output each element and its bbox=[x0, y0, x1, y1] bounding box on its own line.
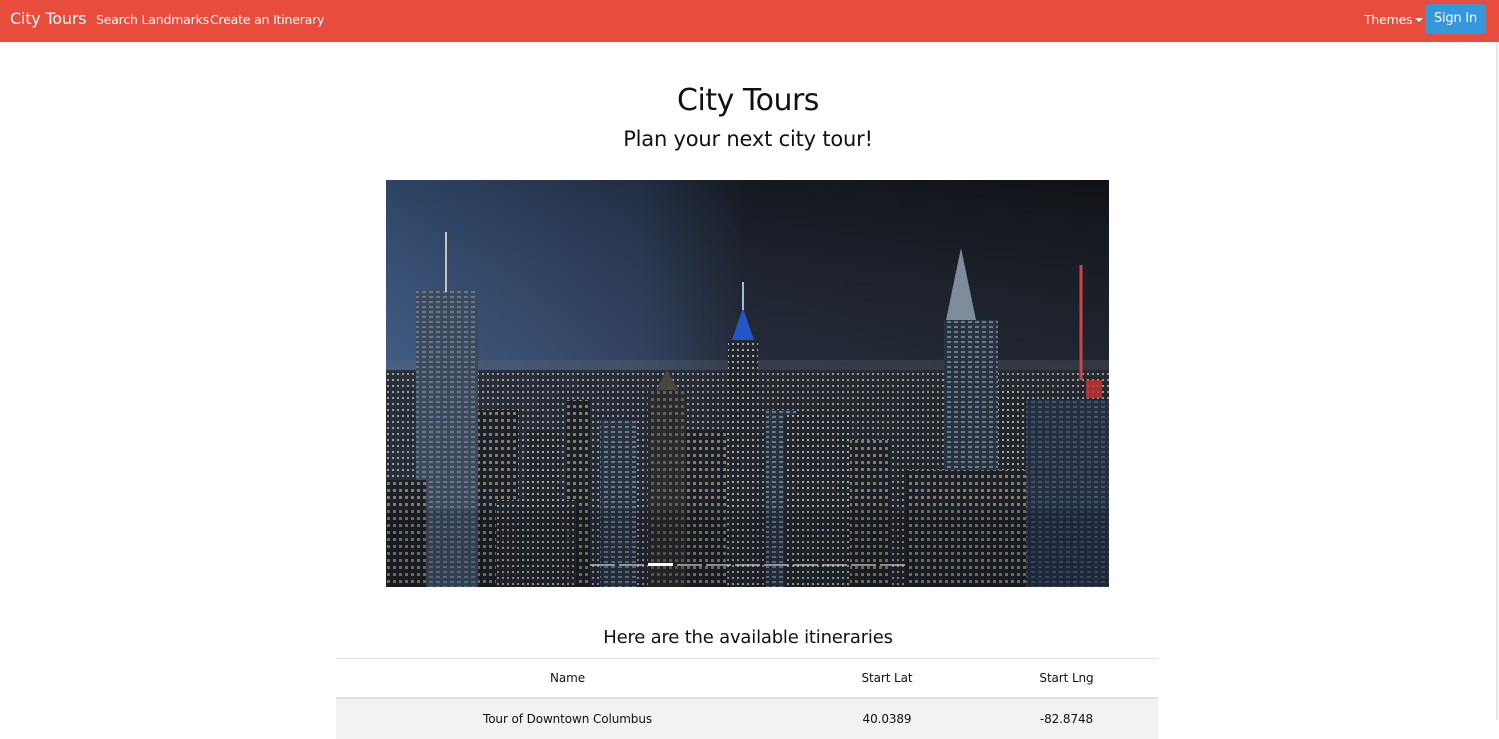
table-header-row: Name Start Lat Start Lng bbox=[336, 659, 1158, 699]
scrollbar-track bbox=[1496, 42, 1498, 720]
themes-dropdown[interactable]: Themes bbox=[1364, 12, 1424, 27]
carousel-indicator[interactable] bbox=[822, 564, 847, 566]
page-subtitle: Plan your next city tour! bbox=[623, 127, 873, 151]
itineraries-heading: Here are the available itineraries bbox=[603, 627, 893, 648]
column-header-name: Name bbox=[549, 671, 585, 685]
brand-link[interactable]: City Tours bbox=[10, 9, 87, 28]
navbar: City Tours Search Landmarks Create an It… bbox=[0, 0, 1499, 42]
carousel-indicator[interactable] bbox=[880, 564, 905, 566]
carousel-indicator[interactable] bbox=[793, 564, 818, 566]
carousel-indicator[interactable] bbox=[677, 564, 702, 566]
themes-label: Themes bbox=[1364, 12, 1413, 27]
nav-search-landmarks[interactable]: Search Landmarks bbox=[96, 12, 209, 27]
nav-create-itinerary[interactable]: Create an Itinerary bbox=[210, 12, 324, 27]
caret-down-icon bbox=[1415, 18, 1424, 22]
carousel-indicator[interactable] bbox=[764, 564, 789, 566]
itineraries-table: Name Start Lat Start Lng Tour of Downtow… bbox=[336, 658, 1158, 739]
sign-in-button[interactable]: Sign In bbox=[1425, 4, 1486, 34]
column-header-start-lng: Start Lng bbox=[1039, 671, 1094, 685]
page-title: City Tours bbox=[677, 83, 819, 118]
carousel-indicator[interactable] bbox=[619, 564, 644, 566]
carousel-indicator[interactable] bbox=[590, 564, 615, 566]
carousel-indicator[interactable] bbox=[648, 563, 673, 566]
column-header-start-lat: Start Lat bbox=[861, 671, 913, 685]
image-carousel[interactable] bbox=[386, 180, 1109, 587]
carousel-indicator[interactable] bbox=[851, 564, 876, 566]
carousel-indicator[interactable] bbox=[735, 564, 760, 566]
itinerary-start-lat: 40.0389 bbox=[862, 712, 912, 726]
itinerary-start-lng: -82.8748 bbox=[1039, 712, 1094, 726]
carousel-indicators bbox=[386, 563, 1109, 567]
city-skyline-image bbox=[386, 180, 1109, 587]
table-row[interactable]: Tour of Downtown Columbus 40.0389 -82.87… bbox=[336, 699, 1158, 739]
itinerary-name[interactable]: Tour of Downtown Columbus bbox=[336, 700, 799, 738]
carousel-indicator[interactable] bbox=[706, 564, 731, 566]
